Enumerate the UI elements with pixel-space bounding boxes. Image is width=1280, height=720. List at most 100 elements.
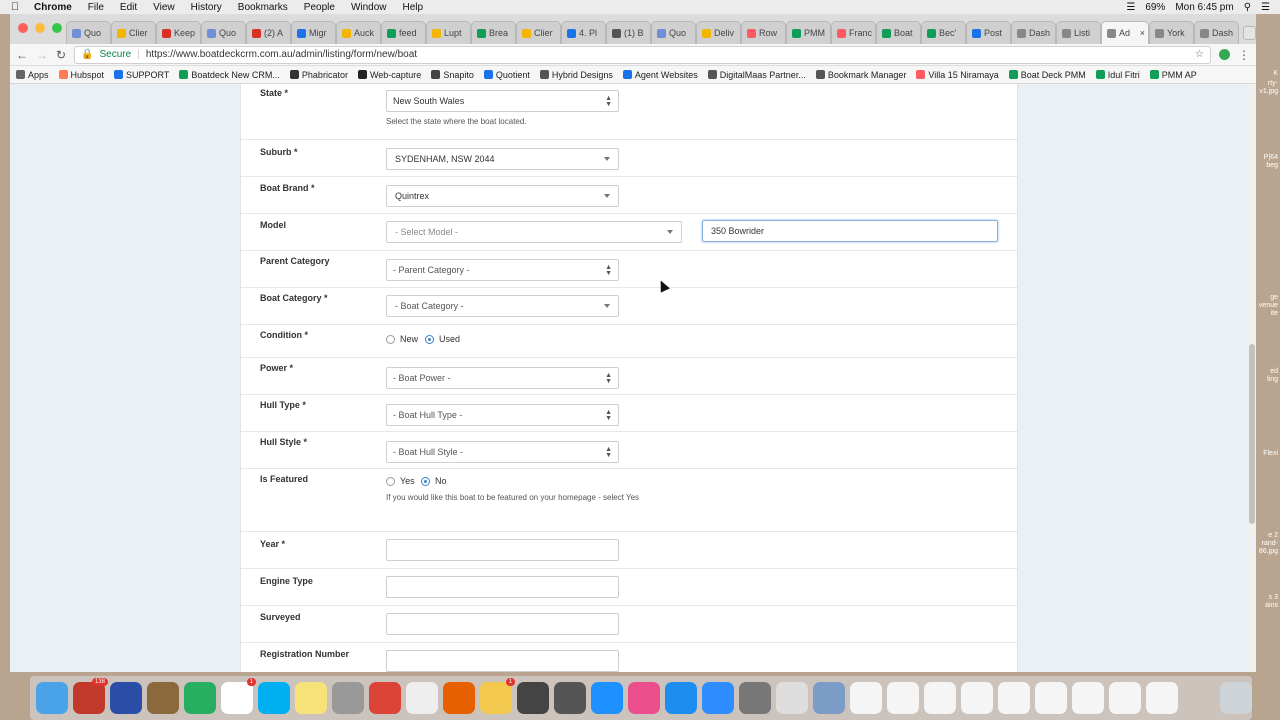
browser-tab[interactable]: Lupt — [426, 21, 471, 44]
menu-people[interactable]: People — [296, 2, 343, 13]
browser-tab[interactable]: PMM — [786, 21, 831, 44]
model-select[interactable]: - Select Model - — [386, 221, 682, 243]
browser-tab[interactable]: Dash — [1011, 21, 1056, 44]
preview-icon[interactable] — [813, 682, 845, 714]
browser-tab[interactable]: York — [1149, 21, 1194, 44]
extension-icon[interactable] — [1219, 49, 1230, 60]
desktop-file-label[interactable]: s 3 — [1269, 594, 1278, 601]
bookmark-item[interactable]: Hubspot — [58, 70, 104, 80]
browser-tab[interactable]: Quo — [651, 21, 696, 44]
desktop-file-label[interactable]: Flexi — [1263, 450, 1278, 457]
doc-9-icon[interactable] — [1146, 682, 1178, 714]
brand-select[interactable]: Quintrex — [386, 185, 619, 207]
menu-file[interactable]: File — [80, 2, 112, 13]
dvd-icon[interactable] — [517, 682, 549, 714]
condition-used-radio[interactable]: Used — [425, 334, 460, 344]
close-window-button[interactable] — [18, 23, 28, 33]
launchpad-icon[interactable] — [110, 682, 142, 714]
browser-tab[interactable]: Deliv — [696, 21, 741, 44]
spotlight-icon[interactable]: ⚲ — [1244, 2, 1251, 13]
textedit-icon[interactable] — [406, 682, 438, 714]
stickies-icon[interactable] — [295, 682, 327, 714]
bookmark-item[interactable]: Bookmark Manager — [815, 70, 906, 80]
bookmark-item[interactable]: Boatdeck New CRM... — [179, 70, 280, 80]
photos-icon[interactable]: 1 — [480, 678, 515, 714]
browser-tab[interactable]: feed — [381, 21, 426, 44]
doc-5-icon[interactable] — [998, 682, 1030, 714]
doc-8-icon[interactable] — [1109, 682, 1141, 714]
itunes-icon[interactable] — [628, 682, 660, 714]
calendar-icon[interactable]: 1 — [221, 678, 256, 714]
desktop-file-label[interactable]: v1.jpg — [1259, 88, 1278, 95]
scrollbar-thumb[interactable] — [1249, 344, 1255, 524]
desktop-file-label[interactable]: beg — [1266, 162, 1278, 169]
script-editor-icon[interactable] — [776, 682, 808, 714]
clock[interactable]: Mon 6:45 pm — [1175, 2, 1233, 13]
notes-book-icon[interactable] — [147, 682, 179, 714]
scripts-icon[interactable] — [332, 682, 364, 714]
menu-help[interactable]: Help — [395, 2, 432, 13]
zoom-icon[interactable] — [702, 682, 734, 714]
bookmark-item[interactable]: Apps — [16, 70, 49, 80]
desktop-file-label[interactable]: rty- — [1268, 80, 1278, 87]
bookmark-item[interactable]: Phabricator — [289, 70, 348, 80]
notification-center-icon[interactable]: ☰ — [1261, 2, 1270, 13]
featured-yes-radio[interactable]: Yes — [386, 476, 415, 486]
boat-category-select[interactable]: - Boat Category - — [386, 295, 619, 317]
power-select[interactable]: - Boat Power - ▲ ▼ — [386, 367, 619, 389]
bookmark-item[interactable]: Web-capture — [357, 70, 421, 80]
desktop-file-label[interactable]: rand- — [1262, 540, 1278, 547]
browser-tab[interactable]: Quo — [66, 21, 111, 44]
browser-tab[interactable]: Dash — [1194, 21, 1239, 44]
menu-window[interactable]: Window — [343, 2, 395, 13]
menu-history[interactable]: History — [183, 2, 230, 13]
browser-tab[interactable]: Auck — [336, 21, 381, 44]
hull-type-select[interactable]: - Boat Hull Type - ▲ ▼ — [386, 404, 619, 426]
url-text[interactable]: https://www.boatdeckcrm.com.au/admin/lis… — [146, 49, 417, 60]
bookmark-item[interactable]: Agent Websites — [622, 70, 698, 80]
desktop-file-label[interactable]: e 2 — [1268, 532, 1278, 539]
suburb-select[interactable]: SYDENHAM, NSW 2044 — [386, 148, 619, 170]
doc-1-icon[interactable] — [850, 682, 882, 714]
desktop-file-label[interactable]: ling — [1267, 376, 1278, 383]
desktop-file-label[interactable]: ed — [1270, 368, 1278, 375]
photo-booth-icon[interactable]: 138 — [73, 678, 108, 714]
parent-category-select[interactable]: - Parent Category - ▲ ▼ — [386, 259, 619, 281]
zoom-window-button[interactable] — [52, 23, 62, 33]
bookmark-star-icon[interactable]: ☆ — [1195, 49, 1204, 60]
back-arrow-icon[interactable]: ← — [16, 48, 28, 62]
browser-tab[interactable]: Row — [741, 21, 786, 44]
featured-no-radio[interactable]: No — [421, 476, 447, 486]
browser-tab[interactable]: Bec' — [921, 21, 966, 44]
firefox-icon[interactable] — [443, 682, 475, 714]
browser-tab[interactable]: 4. Pl — [561, 21, 606, 44]
browser-tab[interactable]: Boat — [876, 21, 921, 44]
desktop-file-label[interactable]: ains — [1265, 602, 1278, 609]
browser-tab[interactable]: Post — [966, 21, 1011, 44]
model-custom-input[interactable]: 350 Bowrider — [702, 220, 998, 242]
registration-input[interactable] — [386, 650, 619, 672]
page-scrollbar[interactable] — [1248, 84, 1256, 672]
skype-icon[interactable] — [258, 682, 290, 714]
browser-tab[interactable]: Ad × — [1101, 21, 1149, 44]
hull-style-select[interactable]: - Boat Hull Style - ▲ ▼ — [386, 441, 619, 463]
sheets-icon[interactable] — [184, 682, 216, 714]
calculator-icon[interactable] — [554, 682, 586, 714]
browser-tab[interactable]: Migr — [291, 21, 336, 44]
bookmark-item[interactable]: Idul Fitri — [1095, 70, 1140, 80]
bookmark-item[interactable]: SUPPORT — [114, 70, 169, 80]
browser-tab[interactable]: (2) A — [246, 21, 291, 44]
browser-tab[interactable]: Keep — [156, 21, 201, 44]
trash-icon[interactable] — [1220, 682, 1252, 714]
browser-tab[interactable]: Brea — [471, 21, 516, 44]
menu-view[interactable]: View — [145, 2, 183, 13]
doc-6-icon[interactable] — [1035, 682, 1067, 714]
system-prefs-icon[interactable] — [739, 682, 771, 714]
doc-2-icon[interactable] — [887, 682, 919, 714]
desktop-file-label[interactable]: 86.jpg — [1259, 548, 1278, 555]
bookmark-item[interactable]: Boat Deck PMM — [1008, 70, 1086, 80]
bookmark-item[interactable]: Quotient — [483, 70, 530, 80]
new-tab-button[interactable] — [1243, 26, 1256, 40]
browser-tab[interactable]: (1) B — [606, 21, 651, 44]
battery-status[interactable]: 69% — [1145, 2, 1165, 13]
